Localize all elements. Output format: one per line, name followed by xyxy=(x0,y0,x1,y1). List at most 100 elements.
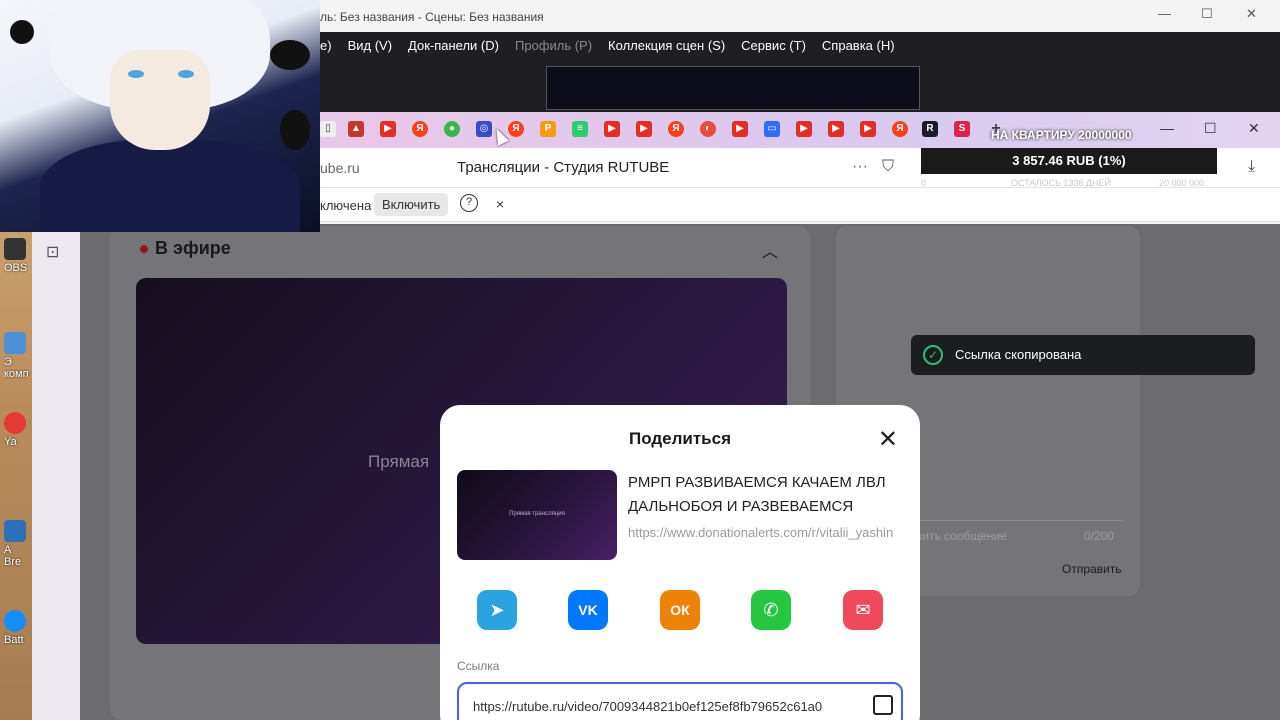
info-bar-close-icon[interactable]: × xyxy=(496,196,504,212)
desktop-icon-obs[interactable]: OBS xyxy=(4,238,30,274)
modal-title: Поделиться xyxy=(628,429,732,448)
tab-youtube-icon[interactable]: ▶ xyxy=(732,121,748,137)
donation-goal-label: НА КВАРТИРУ 20000000 xyxy=(991,128,1132,142)
webcam-overlay xyxy=(0,0,320,232)
copy-icon[interactable] xyxy=(873,695,893,715)
live-label: В эфире xyxy=(155,238,231,258)
desktop-icon-label: Ya xyxy=(4,436,17,448)
desktop-icon-label: Batt xyxy=(4,634,24,646)
maximize-icon[interactable]: ☐ xyxy=(1201,6,1213,22)
chat-char-count: 0/200 xyxy=(1083,529,1114,543)
more-icon[interactable]: ··· xyxy=(852,158,868,176)
odnoklassniki-share-icon[interactable]: ОК xyxy=(660,590,700,630)
obs-window: ль: Без названия - Сцены: Без названия —… xyxy=(320,0,1280,112)
tab-page-icon[interactable]: ▯ xyxy=(320,121,336,137)
send-button[interactable]: Отправить xyxy=(1062,562,1122,576)
vk-share-icon[interactable]: VK xyxy=(568,590,608,630)
bookmark-icon[interactable]: ⛉ xyxy=(882,158,894,176)
desktop-icon-label: A Bre xyxy=(4,544,22,568)
donation-goal-widget: НА КВАРТИРУ 20000000 3 857.46 RUB (1%) 0… xyxy=(921,124,1217,188)
close-icon[interactable]: ✕ xyxy=(1248,120,1260,137)
minimize-icon[interactable]: — xyxy=(1158,6,1171,21)
tab-youtube-icon[interactable]: ▶ xyxy=(796,121,812,137)
tab-youtube-icon[interactable]: ▶ xyxy=(860,121,876,137)
info-bar: ключена Включить ? × xyxy=(320,188,1280,222)
avatar-eye xyxy=(178,70,194,78)
tab-yandex-icon[interactable]: Я xyxy=(412,121,428,137)
tab-yandex-icon[interactable]: Я xyxy=(508,121,524,137)
video-thumbnail: Прямая трансляция xyxy=(457,470,617,560)
live-dot-icon xyxy=(140,245,148,254)
video-title: РМРП РАЗВИВАЕМСЯ КАЧАЕМ ЛВЛ ДАЛЬНОБОЯ И … xyxy=(628,474,886,515)
tab-app-icon[interactable]: ≡ xyxy=(572,121,588,137)
desktop-icon-app[interactable]: A Bre xyxy=(4,520,30,568)
obs-titlebar: ль: Без названия - Сцены: Без названия —… xyxy=(320,0,1280,32)
desktop-icon-yandex[interactable]: Ya xyxy=(4,412,30,448)
donation-start-value: 0 xyxy=(921,178,927,188)
help-icon[interactable]: ? xyxy=(460,194,478,212)
desktop-icon-battlenet[interactable]: Batt xyxy=(4,610,30,646)
info-bar-status: ключена xyxy=(320,198,372,213)
desktop-background: OBS Э комп Ya A Bre Batt xyxy=(0,232,32,720)
menu-item-profile[interactable]: Профиль (P) xyxy=(515,38,592,58)
avatar-eye xyxy=(128,70,144,78)
tab-youtube-icon[interactable]: ▶ xyxy=(380,121,396,137)
toast-notification: ✓ Ссылка скопирована xyxy=(911,335,1255,375)
menu-item-docks[interactable]: Док-панели (D) xyxy=(408,38,499,58)
desktop-icon-label: OBS xyxy=(4,262,28,274)
chevron-up-icon[interactable]: ︿ xyxy=(762,238,778,262)
desktop-icon-label: Э комп xyxy=(4,356,29,380)
camera-icon[interactable]: ⊡ xyxy=(46,242,59,262)
enable-button[interactable]: Включить xyxy=(374,193,449,216)
toast-text: Ссылка скопирована xyxy=(955,347,1082,362)
tab-app-icon[interactable]: ◐ xyxy=(700,121,716,137)
live-header: В эфире xyxy=(140,238,231,259)
obs-preview-thumbnail xyxy=(546,66,920,110)
tab-app-icon[interactable]: ● xyxy=(444,121,460,137)
studio-side-panel: ⊡ xyxy=(32,224,80,720)
tab-active-icon[interactable]: ◎ xyxy=(476,121,492,137)
menu-item-view[interactable]: Вид (V) xyxy=(348,38,392,58)
url-field[interactable]: ube.ru xyxy=(320,160,360,176)
donation-target-value: 20 000 000 xyxy=(1159,178,1205,188)
avatar-face xyxy=(110,50,210,150)
ink-splash xyxy=(10,20,34,44)
menu-item-edit[interactable]: е) xyxy=(320,38,332,58)
ink-splash xyxy=(270,40,310,70)
share-link-field[interactable]: https://rutube.ru/video/7009344821b0ef12… xyxy=(457,682,903,720)
whatsapp-share-icon[interactable]: ✆ xyxy=(751,590,791,630)
avatar-coat xyxy=(40,140,300,232)
video-description: https://www.donationalerts.com/r/vitalii… xyxy=(628,525,894,540)
desktop-icon-computer[interactable]: Э комп xyxy=(4,332,30,380)
tab-youtube-icon[interactable]: ▶ xyxy=(636,121,652,137)
obs-window-title: ль: Без названия - Сцены: Без названия xyxy=(320,10,544,24)
tab-youtube-icon[interactable]: ▶ xyxy=(604,121,620,137)
mail-share-icon[interactable]: ✉ xyxy=(843,590,883,630)
chat-input-placeholder: вить сообщение xyxy=(916,529,1007,543)
tab-favicon-icon[interactable]: ▲ xyxy=(348,121,364,137)
share-link-value: https://rutube.ru/video/7009344821b0ef12… xyxy=(473,699,823,714)
close-icon[interactable]: ✕ xyxy=(878,425,898,454)
ink-splash xyxy=(280,110,310,150)
donation-amount: 3 857.46 RUB (1%) xyxy=(921,148,1217,174)
link-label: Ссылка xyxy=(457,659,500,673)
menu-item-tools[interactable]: Сервис (T) xyxy=(741,38,806,58)
menu-item-help[interactable]: Справка (H) xyxy=(822,38,895,58)
obs-menubar: е) Вид (V) Док-панели (D) Профиль (P) Ко… xyxy=(320,32,1280,58)
tab-chat-icon[interactable]: ▭ xyxy=(764,121,780,137)
tab-youtube-icon[interactable]: ▶ xyxy=(828,121,844,137)
download-icon[interactable]: ⤓ xyxy=(1248,158,1255,176)
thumbnail-caption: Прямая трансляция xyxy=(509,511,565,517)
tab-yandex-icon[interactable]: Я xyxy=(892,121,908,137)
donation-days-left: ОСТАЛОСЬ 1336 ДНЕЙ xyxy=(1011,178,1112,188)
tab-yandex-icon[interactable]: Я xyxy=(668,121,684,137)
telegram-share-icon[interactable]: ➤ xyxy=(477,590,517,630)
menu-item-scene-collection[interactable]: Коллекция сцен (S) xyxy=(608,38,725,58)
player-placeholder-text: Прямая xyxy=(368,452,430,471)
tab-app-icon[interactable]: P xyxy=(540,121,556,137)
check-circle-icon: ✓ xyxy=(923,345,943,365)
close-icon[interactable]: ✕ xyxy=(1246,6,1257,22)
chat-message-input[interactable]: вить сообщение 0/200 xyxy=(912,520,1124,552)
page-title: Трансляции - Студия RUTUBE xyxy=(457,159,670,176)
share-modal: Поделиться ✕ Прямая трансляция РМРП РАЗВ… xyxy=(440,405,920,720)
